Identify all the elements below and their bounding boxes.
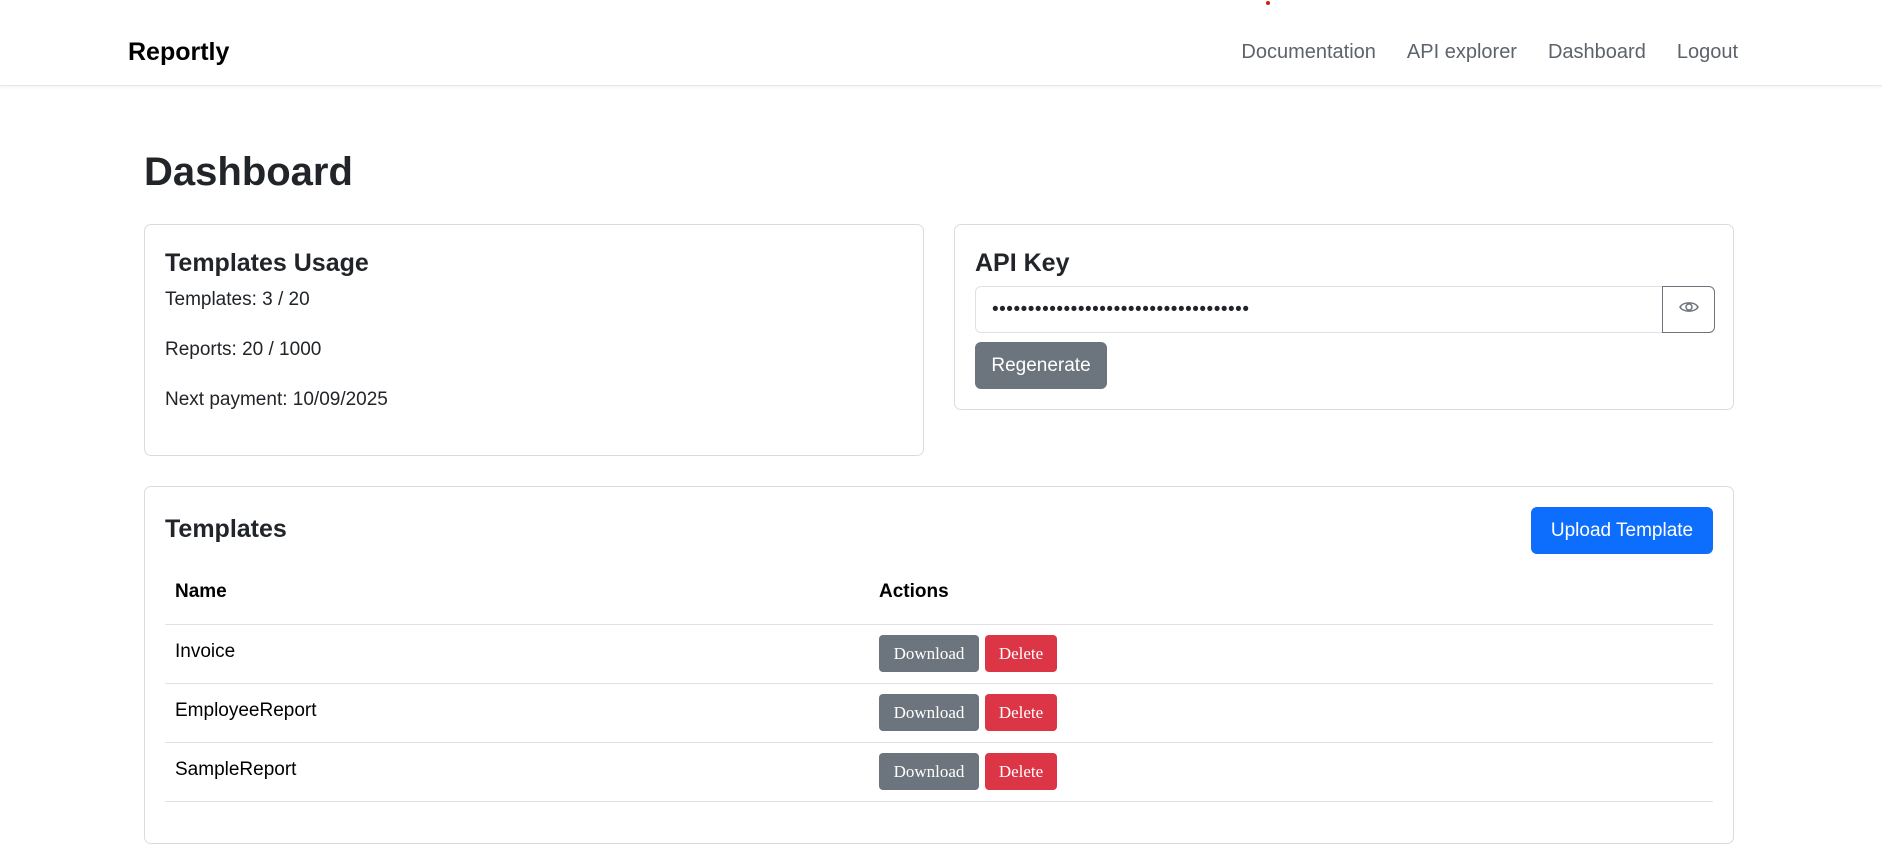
download-button[interactable]: Download (879, 753, 979, 790)
table-header: Name Actions (165, 578, 1713, 625)
regenerate-button[interactable]: Regenerate (975, 342, 1107, 389)
delete-button[interactable]: Delete (985, 753, 1057, 790)
nav-link-logout[interactable]: Logout (1677, 38, 1738, 66)
row-actions: Download Delete (879, 753, 1057, 790)
template-name: Invoice (175, 641, 236, 662)
table-row: Invoice Download Delete (165, 625, 1713, 684)
eye-icon (1678, 300, 1699, 319)
template-name: EmployeeReport (175, 700, 317, 721)
api-key-field[interactable]: •••••••••••••••••••••••••••••••••••• (975, 286, 1663, 333)
indicator-dot (1266, 1, 1270, 5)
api-card-title: API Key (975, 249, 1070, 277)
templates-card: Templates Upload Template Name Actions I… (144, 486, 1734, 844)
templates-usage-card: Templates Usage Templates: 3 / 20 Report… (144, 224, 924, 456)
nav-link-documentation[interactable]: Documentation (1241, 38, 1376, 66)
row-actions: Download Delete (879, 694, 1057, 731)
api-key-card: API Key ••••••••••••••••••••••••••••••••… (954, 224, 1734, 410)
templates-table: Name Actions Invoice Download Delete Emp… (165, 578, 1713, 802)
page-title: Dashboard (144, 150, 353, 194)
usage-templates: Templates: 3 / 20 (165, 289, 310, 310)
template-name: SampleReport (175, 759, 297, 780)
download-button[interactable]: Download (879, 635, 979, 672)
row-actions: Download Delete (879, 635, 1057, 672)
delete-button[interactable]: Delete (985, 635, 1057, 672)
nav-link-api-explorer[interactable]: API explorer (1407, 38, 1517, 66)
delete-button[interactable]: Delete (985, 694, 1057, 731)
table-row: EmployeeReport Download Delete (165, 684, 1713, 743)
navbar: Reportly Documentation API explorer Dash… (0, 0, 1882, 86)
upload-template-button[interactable]: Upload Template (1531, 507, 1713, 554)
brand-logo[interactable]: Reportly (128, 36, 229, 68)
usage-next-payment: Next payment: 10/09/2025 (165, 389, 388, 410)
table-row: SampleReport Download Delete (165, 743, 1713, 802)
nav-links: Documentation API explorer Dashboard Log… (1241, 38, 1738, 66)
nav-link-dashboard[interactable]: Dashboard (1548, 38, 1646, 66)
column-header-name: Name (175, 581, 227, 602)
column-header-actions: Actions (879, 581, 949, 602)
usage-card-title: Templates Usage (165, 249, 369, 277)
templates-card-title: Templates (165, 515, 287, 543)
usage-reports: Reports: 20 / 1000 (165, 339, 322, 360)
download-button[interactable]: Download (879, 694, 979, 731)
toggle-visibility-button[interactable] (1662, 286, 1715, 333)
